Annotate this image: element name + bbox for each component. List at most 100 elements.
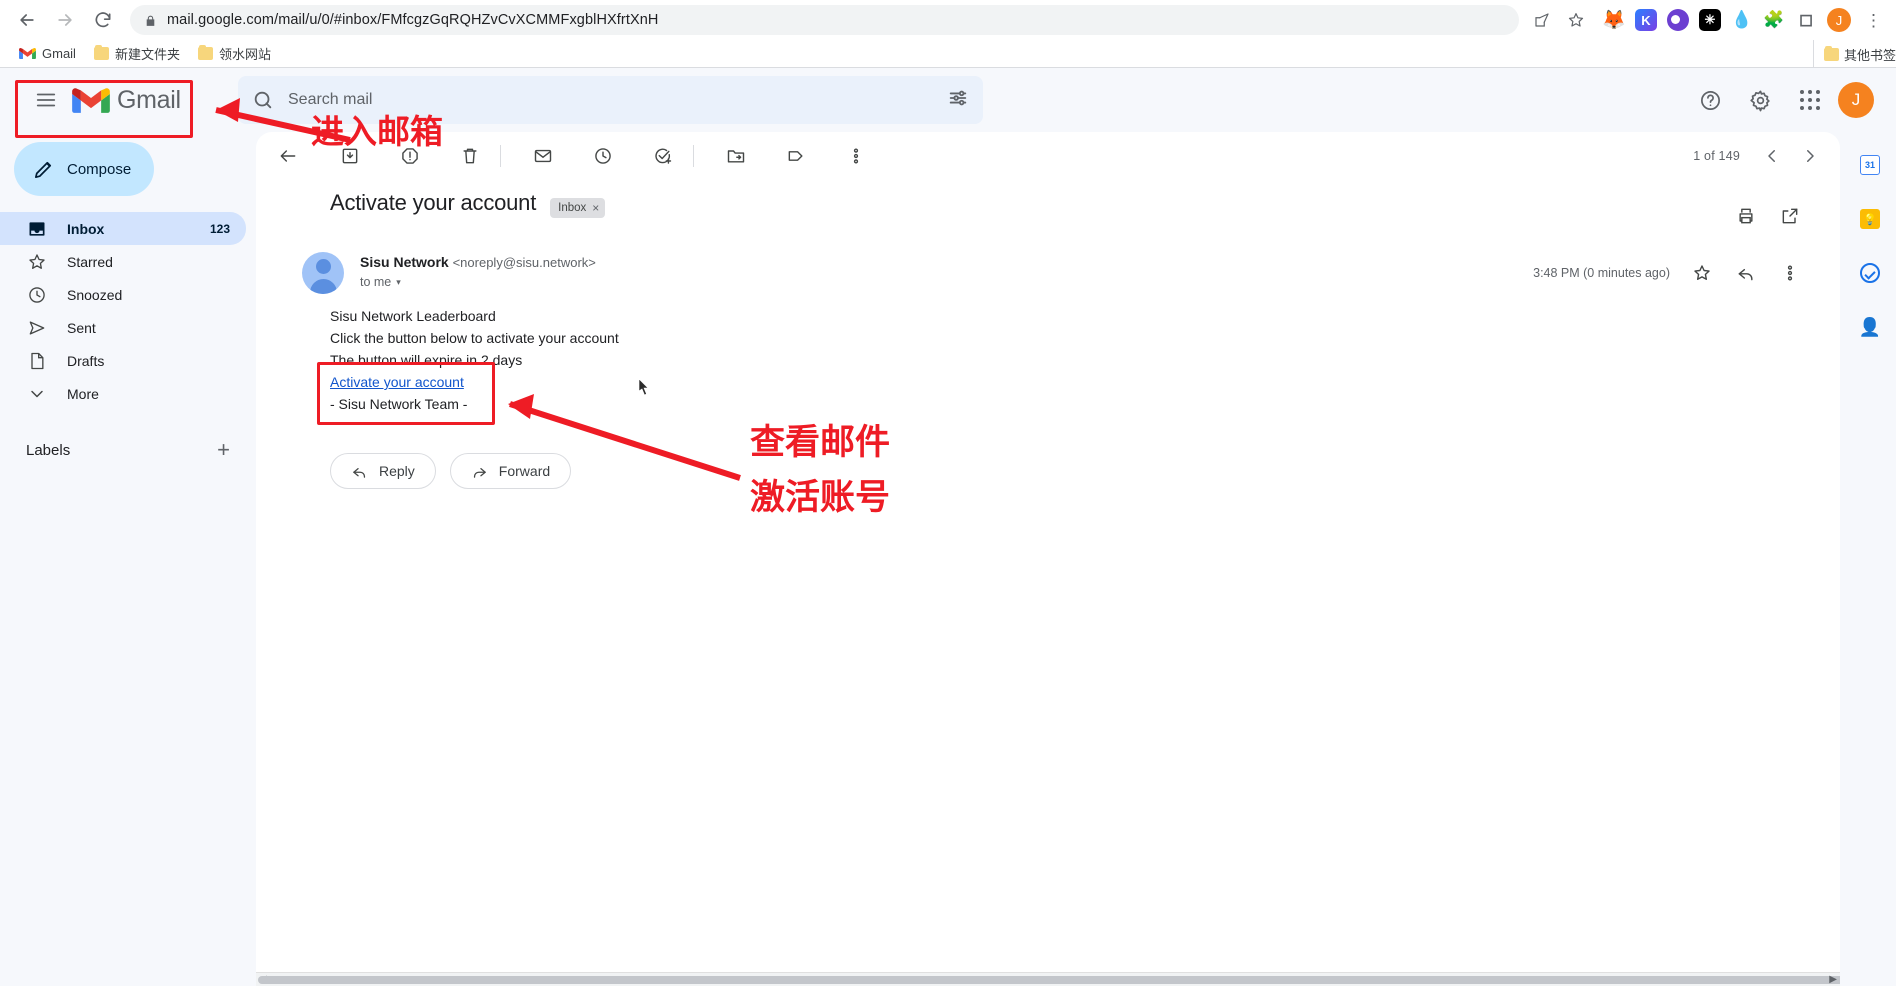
bookmark-new-folder[interactable]: 新建文件夹 xyxy=(87,41,187,66)
browser-reload-button[interactable] xyxy=(86,3,120,37)
scroll-right-arrow[interactable]: ▶ xyxy=(1829,974,1837,985)
message-header: Sisu Network <noreply@sisu.network> to m… xyxy=(256,236,1840,294)
account-avatar[interactable]: J xyxy=(1838,82,1874,118)
chevron-down-icon: ▾ xyxy=(396,277,401,288)
google-calendar-icon[interactable]: 31 xyxy=(1859,154,1881,176)
pager-prev-button[interactable] xyxy=(1754,138,1790,174)
other-bookmarks-button[interactable]: 其他书签 xyxy=(1813,40,1896,68)
bookmarks-bar: Gmail 新建文件夹 领水网站 其他书签 xyxy=(0,40,1896,68)
google-contacts-icon[interactable]: 👤 xyxy=(1859,316,1881,338)
body-line-1: Sisu Network Leaderboard xyxy=(330,306,1810,327)
forward-action-button[interactable]: Forward xyxy=(450,453,571,489)
add-to-tasks-button[interactable] xyxy=(643,136,683,176)
sidebar-item-inbox[interactable]: Inbox 123 xyxy=(0,212,246,245)
gmail-logo-text: Gmail xyxy=(117,86,181,115)
browser-forward-button[interactable] xyxy=(48,3,82,37)
mouse-cursor xyxy=(638,378,650,396)
avatar xyxy=(302,252,344,294)
recipient-text: to me xyxy=(360,275,391,289)
browser-back-button[interactable] xyxy=(10,3,44,37)
reply-action-button[interactable]: Reply xyxy=(330,453,436,489)
google-apps-button[interactable] xyxy=(1788,78,1832,122)
gmail-body: Compose Inbox 123 Starred Snoozed xyxy=(0,132,1896,986)
gmail-logo[interactable]: Gmail xyxy=(72,86,181,115)
page-title: Activate your account xyxy=(330,190,536,216)
open-in-new-window-button[interactable] xyxy=(1770,196,1810,236)
create-label-button[interactable]: + xyxy=(217,439,230,461)
pager-next-button[interactable] xyxy=(1792,138,1828,174)
print-button[interactable] xyxy=(1726,196,1766,236)
google-tasks-icon[interactable] xyxy=(1859,262,1881,284)
lock-icon xyxy=(144,13,157,28)
report-spam-button[interactable] xyxy=(390,136,430,176)
share-icon[interactable] xyxy=(1529,7,1555,33)
address-bar[interactable]: mail.google.com/mail/u/0/#inbox/FMfcgzGq… xyxy=(130,5,1519,35)
mark-unread-button[interactable] xyxy=(523,136,563,176)
more-options-button[interactable] xyxy=(836,136,876,176)
bookmark-label: 新建文件夹 xyxy=(115,44,180,63)
main-menu-icon[interactable] xyxy=(26,80,66,120)
sidebar-item-starred[interactable]: Starred xyxy=(0,245,246,278)
sidebar-item-snoozed[interactable]: Snoozed xyxy=(0,278,246,311)
snooze-button[interactable] xyxy=(583,136,623,176)
side-panel: 31 💡 👤 xyxy=(1844,132,1896,986)
browser-menu-icon[interactable]: ⋮ xyxy=(1861,12,1886,29)
phantom-extension-icon[interactable] xyxy=(1667,9,1689,31)
send-icon xyxy=(26,317,47,338)
activate-account-link[interactable]: Activate your account xyxy=(330,372,464,393)
move-to-button[interactable] xyxy=(716,136,756,176)
archive-button[interactable] xyxy=(330,136,370,176)
star-message-button[interactable] xyxy=(1682,253,1722,293)
metamask-extension-icon[interactable]: 🦊 xyxy=(1603,9,1625,31)
bookmark-faucet-site[interactable]: 领水网站 xyxy=(191,41,278,66)
draft-icon xyxy=(26,350,47,371)
show-search-options-icon[interactable] xyxy=(947,87,969,114)
search-input[interactable] xyxy=(288,91,933,109)
sidebar-item-label: Snoozed xyxy=(67,287,122,303)
support-button[interactable] xyxy=(1688,78,1732,122)
url-text: mail.google.com/mail/u/0/#inbox/FMfcgzGq… xyxy=(167,12,658,28)
recipient-toggle[interactable]: to me ▾ xyxy=(360,275,596,289)
toolbar-divider xyxy=(693,145,694,167)
side-panel-icon[interactable]: ◻ xyxy=(1795,9,1817,31)
scrollbar-thumb[interactable] xyxy=(258,976,1840,984)
extensions-bar: 🦊 K ✳ 💧 🧩 ◻ J ⋮ xyxy=(1593,8,1886,32)
star-icon xyxy=(26,251,47,272)
label-chip-text: Inbox xyxy=(558,202,586,214)
gmail-icon xyxy=(19,47,36,60)
body-signature: - Sisu Network Team - xyxy=(330,394,1810,415)
reply-button[interactable] xyxy=(1726,253,1766,293)
compose-button[interactable]: Compose xyxy=(14,142,154,196)
horizontal-scrollbar[interactable]: ◀ ▶ xyxy=(256,972,1840,986)
snowflake-extension-icon[interactable]: ✳ xyxy=(1699,9,1721,31)
inbox-unread-count: 123 xyxy=(210,222,246,236)
google-keep-icon[interactable]: 💡 xyxy=(1859,208,1881,230)
back-to-inbox-button[interactable] xyxy=(268,136,308,176)
sidebar-item-more[interactable]: More xyxy=(0,377,246,410)
sidebar-item-sent[interactable]: Sent xyxy=(0,311,246,344)
labels-section-header: Labels + xyxy=(0,430,256,470)
sidebar-item-drafts[interactable]: Drafts xyxy=(0,344,246,377)
delete-button[interactable] xyxy=(450,136,490,176)
search-bar[interactable] xyxy=(238,76,983,124)
bookmark-gmail[interactable]: Gmail xyxy=(12,43,83,64)
settings-button[interactable] xyxy=(1738,78,1782,122)
extensions-puzzle-icon[interactable]: 🧩 xyxy=(1763,9,1785,31)
sender-name: Sisu Network xyxy=(360,254,449,270)
gmail-icon xyxy=(72,86,110,115)
close-icon[interactable]: × xyxy=(592,201,599,215)
browser-profile-avatar[interactable]: J xyxy=(1827,8,1851,32)
labels-button[interactable] xyxy=(776,136,816,176)
bookmark-label: 领水网站 xyxy=(219,44,271,63)
message-actions: Reply Forward xyxy=(256,416,1840,489)
keplr-extension-icon[interactable]: K xyxy=(1635,9,1657,31)
label-chip-inbox[interactable]: Inbox × xyxy=(550,198,605,218)
water-drop-extension-icon[interactable]: 💧 xyxy=(1731,9,1753,31)
body-line-2: Click the button below to activate your … xyxy=(330,328,1810,349)
bookmark-star-icon[interactable] xyxy=(1563,7,1589,33)
gmail-header: Gmail xyxy=(0,68,1896,132)
message-more-options-button[interactable] xyxy=(1770,253,1810,293)
body-line-3: The button will expire in 2 days xyxy=(330,350,1810,371)
message-pager: 1 of 149 xyxy=(1693,138,1828,174)
chevron-down-icon xyxy=(26,383,47,404)
